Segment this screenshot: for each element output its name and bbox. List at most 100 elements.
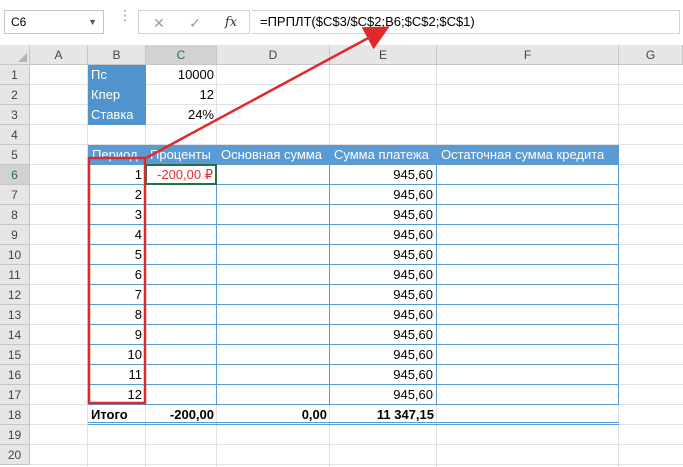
row-header-3[interactable]: 3: [0, 105, 30, 125]
select-all-corner[interactable]: [0, 45, 30, 65]
table-cell-balance[interactable]: [437, 285, 619, 305]
table-cell-balance[interactable]: [437, 225, 619, 245]
table-cell-balance[interactable]: [437, 325, 619, 345]
table-cell-period[interactable]: 7: [88, 285, 146, 305]
table-cell-interest[interactable]: [146, 185, 217, 205]
table-cell-period[interactable]: 3: [88, 205, 146, 225]
table-cell-principal[interactable]: [217, 325, 330, 345]
table-cell-payment[interactable]: 945,60: [330, 325, 437, 345]
table-cell-payment[interactable]: 945,60: [330, 205, 437, 225]
fx-icon[interactable]: fx: [217, 12, 245, 34]
column-header-c[interactable]: C: [146, 45, 217, 65]
row-header-20[interactable]: 20: [0, 445, 30, 465]
table-cell-principal[interactable]: [217, 345, 330, 365]
table-cell-principal[interactable]: [217, 225, 330, 245]
table-cell-period[interactable]: 9: [88, 325, 146, 345]
row-header-2[interactable]: 2: [0, 85, 30, 105]
table-cell-principal[interactable]: [217, 205, 330, 225]
row-header-1[interactable]: 1: [0, 65, 30, 85]
table-cell-principal[interactable]: [217, 385, 330, 405]
row-header-8[interactable]: 8: [0, 205, 30, 225]
table-cell-period[interactable]: 8: [88, 305, 146, 325]
row-header-15[interactable]: 15: [0, 345, 30, 365]
row-header-11[interactable]: 11: [0, 265, 30, 285]
table-header-cell[interactable]: Проценты: [146, 145, 217, 165]
table-cell-balance[interactable]: [437, 305, 619, 325]
table-cell-interest[interactable]: [146, 205, 217, 225]
table-header-cell[interactable]: Остаточная сумма кредита: [437, 145, 619, 165]
column-header-f[interactable]: F: [437, 45, 619, 65]
param-value-cell[interactable]: 12: [146, 85, 217, 105]
table-cell-balance[interactable]: [437, 185, 619, 205]
table-header-cell[interactable]: Сумма платежа: [330, 145, 437, 165]
table-cell-balance[interactable]: [437, 265, 619, 285]
table-cell-principal[interactable]: [217, 165, 330, 185]
table-cell-principal[interactable]: [217, 265, 330, 285]
name-box[interactable]: C6 ▼: [4, 10, 104, 34]
row-header-16[interactable]: 16: [0, 365, 30, 385]
param-value-cell[interactable]: 10000: [146, 65, 217, 85]
row-header-10[interactable]: 10: [0, 245, 30, 265]
table-header-cell[interactable]: Период: [88, 145, 146, 165]
table-cell-interest[interactable]: [146, 225, 217, 245]
row-header-4[interactable]: 4: [0, 125, 30, 145]
table-cell-payment[interactable]: 945,60: [330, 265, 437, 285]
table-cell-balance[interactable]: [437, 205, 619, 225]
formula-input[interactable]: =ПРПЛТ($C$3/$C$2;B6;$C$2;$C$1): [252, 10, 680, 34]
column-header-a[interactable]: A: [30, 45, 88, 65]
drag-handle-icon[interactable]: ⋮: [118, 8, 132, 32]
param-label-cell[interactable]: Кпер: [88, 85, 146, 105]
table-cell-principal[interactable]: [217, 185, 330, 205]
param-label-cell[interactable]: Ставка: [88, 105, 146, 125]
table-cell-payment[interactable]: 945,60: [330, 285, 437, 305]
table-cell-period[interactable]: 10: [88, 345, 146, 365]
table-cell-balance[interactable]: [437, 385, 619, 405]
table-cell-interest[interactable]: [146, 265, 217, 285]
table-cell-payment[interactable]: 945,60: [330, 365, 437, 385]
row-header-9[interactable]: 9: [0, 225, 30, 245]
table-cell-interest[interactable]: [146, 365, 217, 385]
row-header-13[interactable]: 13: [0, 305, 30, 325]
check-icon[interactable]: ✓: [181, 12, 209, 34]
param-value-cell[interactable]: 24%: [146, 105, 217, 125]
table-header-cell[interactable]: Основная сумма: [217, 145, 330, 165]
chevron-down-icon[interactable]: ▼: [88, 11, 97, 33]
table-cell-period[interactable]: 2: [88, 185, 146, 205]
row-header-19[interactable]: 19: [0, 425, 30, 445]
table-cell-period[interactable]: 5: [88, 245, 146, 265]
close-icon[interactable]: ✕: [145, 12, 173, 34]
table-cell-interest[interactable]: [146, 305, 217, 325]
param-label-cell[interactable]: Пс: [88, 65, 146, 85]
table-cell-balance[interactable]: [437, 165, 619, 185]
row-header-17[interactable]: 17: [0, 385, 30, 405]
table-cell-payment[interactable]: 945,60: [330, 245, 437, 265]
table-cell-period[interactable]: 11: [88, 365, 146, 385]
table-cell-payment[interactable]: 945,60: [330, 305, 437, 325]
row-header-7[interactable]: 7: [0, 185, 30, 205]
row-header-6[interactable]: 6: [0, 165, 30, 185]
table-cell-balance[interactable]: [437, 365, 619, 385]
column-header-b[interactable]: B: [88, 45, 146, 65]
column-header-e[interactable]: E: [330, 45, 437, 65]
table-cell-principal[interactable]: [217, 285, 330, 305]
table-cell-payment[interactable]: 945,60: [330, 165, 437, 185]
table-cell-payment[interactable]: 945,60: [330, 185, 437, 205]
table-cell-interest[interactable]: [146, 345, 217, 365]
table-cell-balance[interactable]: [437, 345, 619, 365]
table-cell-principal[interactable]: [217, 245, 330, 265]
table-cell-period[interactable]: 6: [88, 265, 146, 285]
table-cell-period[interactable]: 12: [88, 385, 146, 405]
row-header-14[interactable]: 14: [0, 325, 30, 345]
table-cell-period[interactable]: 1: [88, 165, 146, 185]
table-cell-balance[interactable]: [437, 245, 619, 265]
table-cell-interest[interactable]: [146, 245, 217, 265]
row-header-5[interactable]: 5: [0, 145, 30, 165]
table-cell-interest[interactable]: [146, 385, 217, 405]
table-cell-payment[interactable]: 945,60: [330, 345, 437, 365]
table-cell-interest[interactable]: [146, 285, 217, 305]
table-cell-payment[interactable]: 945,60: [330, 385, 437, 405]
table-cell-payment[interactable]: 945,60: [330, 225, 437, 245]
table-cell-period[interactable]: 4: [88, 225, 146, 245]
column-header-d[interactable]: D: [217, 45, 330, 65]
table-cell-principal[interactable]: [217, 305, 330, 325]
